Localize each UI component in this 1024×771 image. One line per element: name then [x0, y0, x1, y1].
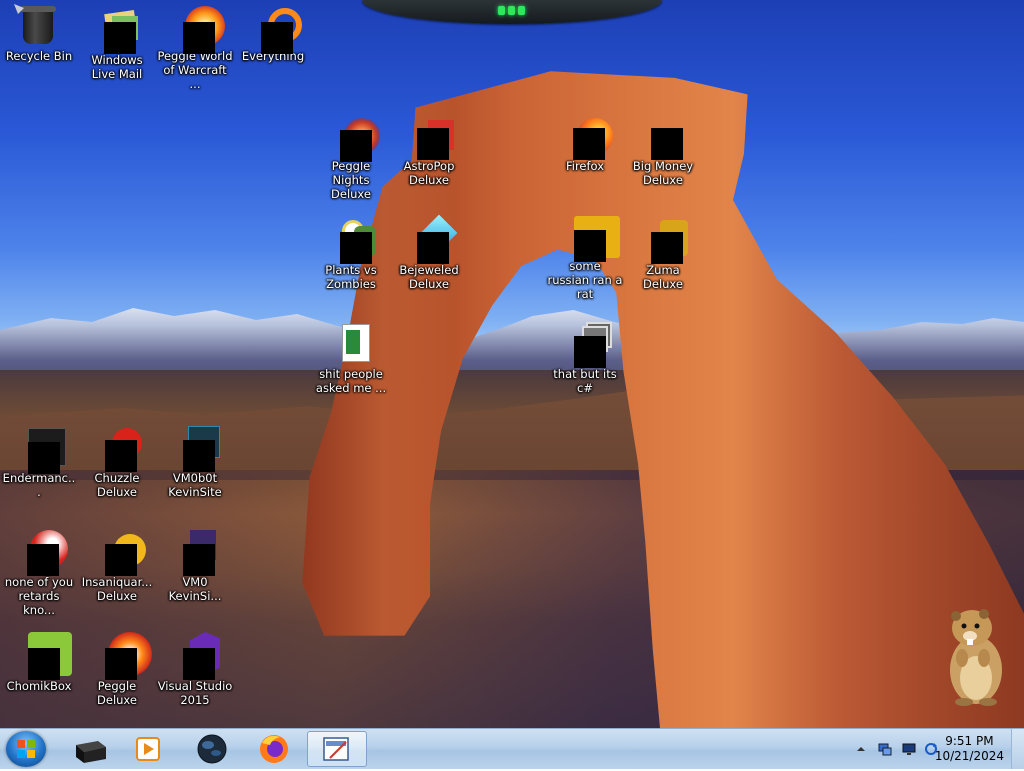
hamster-figure-icon [950, 609, 1002, 706]
icon-label: Peggle World of Warcraft ... [157, 49, 233, 91]
system-tray: 9:51 PM 10/21/2024 [834, 729, 1024, 769]
zuma-icon [638, 218, 688, 264]
start-button[interactable] [6, 731, 46, 767]
desktop-icon-plants-vs-zombies[interactable]: Plants vs Zombies [313, 218, 389, 291]
taskbar-terminal-app[interactable] [62, 731, 118, 767]
everything-icon [248, 4, 302, 54]
taskbar: 9:51 PM 10/21/2024 [0, 728, 1024, 769]
icon-label: VM0b0t KevinSite [168, 471, 222, 499]
display-icon[interactable] [902, 742, 916, 756]
desktop-icon-firefox[interactable]: Firefox [547, 114, 623, 173]
astropop-icon [404, 114, 454, 160]
document-icon [326, 322, 376, 366]
bejeweled-icon [404, 214, 458, 264]
vm0-kevinsite-icon [170, 530, 220, 576]
icon-label: VM0 KevinSi... [168, 575, 222, 603]
peggle-nights-icon [326, 114, 380, 162]
icon-label: Visual Studio 2015 [157, 679, 233, 707]
desktop-icon-big-money[interactable]: Big Money Deluxe [625, 114, 701, 187]
enderman-app-icon [14, 426, 66, 474]
desktop-icon-visual-studio[interactable]: Visual Studio 2015 [157, 632, 233, 707]
icon-label: Big Money Deluxe [632, 159, 694, 187]
recycle-bin-icon [14, 4, 64, 48]
icon-label: Peggle Nights Deluxe [331, 159, 371, 201]
gadget-indicator-icon [496, 6, 526, 16]
desktop-icon-enderman[interactable]: Endermanc... [1, 426, 77, 499]
firefox-icon [260, 735, 288, 763]
desktop-icon-everything[interactable]: Everything [235, 4, 311, 63]
desktop-icon-stacked-windows[interactable]: that but its c# [547, 322, 623, 395]
desktop-icon-peggle-nights[interactable]: Peggle Nights Deluxe [313, 114, 389, 201]
big-money-icon [638, 114, 688, 160]
peggle-wow-icon [170, 4, 225, 54]
red-ball-icon [14, 530, 68, 576]
icon-label: Peggle Deluxe [97, 679, 137, 707]
clock[interactable]: 9:51 PM 10/21/2024 [935, 734, 1004, 764]
chuzzle-icon [92, 426, 142, 472]
icon-label: none of you retards kno... [4, 575, 74, 617]
insaniquarium-icon [92, 530, 146, 576]
vm-kevinsite-icon [170, 426, 220, 472]
desktop-icon-recycle-bin[interactable]: Recycle Bin [1, 4, 77, 63]
icon-label: Recycle Bin [5, 49, 73, 63]
chevron-up-icon[interactable] [854, 742, 868, 756]
desktop[interactable]: Recycle Bin Windows Live Mail Peggle Wor… [0, 0, 1024, 728]
media-player-icon [136, 737, 160, 761]
desktop-icon-bejeweled[interactable]: Bejeweled Deluxe [391, 214, 467, 291]
icon-label: ChomikBox [6, 679, 72, 693]
plants-vs-zombies-icon [326, 218, 376, 264]
taskbar-media-player[interactable] [120, 731, 176, 767]
black-box-icon [76, 741, 106, 763]
top-gadget-bar[interactable] [362, 0, 662, 24]
windows-live-mail-icon [92, 8, 142, 54]
desktop-icon-peggle-wow[interactable]: Peggle World of Warcraft ... [157, 4, 233, 91]
icon-label: Plants vs Zombies [325, 263, 377, 291]
desktop-icon-vm0-kevinsite[interactable]: VM0 KevinSi... [157, 530, 233, 603]
windows-logo-icon [17, 740, 35, 758]
icon-label: Firefox [565, 159, 605, 173]
dark-globe-icon [197, 734, 227, 764]
desktop-icon-insaniquarium[interactable]: Insaniquar... Deluxe [79, 530, 155, 603]
desktop-icon-document[interactable]: shit people asked me ... [313, 322, 389, 395]
desktop-icon-astropop[interactable]: AstroPop Deluxe [391, 114, 467, 187]
visual-studio-icon [170, 632, 220, 680]
clock-date: 10/21/2024 [934, 749, 1004, 763]
desktop-icon-zuma[interactable]: Zuma Deluxe [625, 218, 701, 291]
icon-label: Endermanc... [2, 471, 76, 499]
firefox-icon [560, 114, 613, 160]
peggle-deluxe-icon [92, 632, 152, 680]
desktop-icon-chuzzle[interactable]: Chuzzle Deluxe [79, 426, 155, 499]
desktop-icon-chomikbox[interactable]: ChomikBox [1, 632, 77, 693]
desktop-icon-red-ball[interactable]: none of you retards kno... [1, 530, 77, 617]
desktop-icon-russian-rat[interactable]: some russian ran a rat [547, 214, 623, 301]
paint-icon [323, 737, 349, 761]
desktop-icon-peggle-deluxe[interactable]: Peggle Deluxe [79, 632, 155, 707]
show-desktop-button[interactable] [1011, 729, 1024, 769]
icon-label: Windows Live Mail [91, 53, 143, 81]
icon-label: some russian ran a rat [547, 259, 623, 301]
desktop-icon-vm-kevinsite[interactable]: VM0b0t KevinSite [157, 426, 233, 499]
icon-label: Zuma Deluxe [643, 263, 683, 291]
ie-icon [560, 214, 620, 262]
taskbar-paint-app[interactable] [307, 731, 367, 767]
icon-label: that but its c# [553, 367, 617, 395]
stacked-windows-icon [560, 322, 612, 368]
desktop-icon-windows-live-mail[interactable]: Windows Live Mail [79, 8, 155, 81]
icon-label: Insaniquar... Deluxe [81, 575, 153, 603]
taskbar-globe-app[interactable] [184, 731, 240, 767]
clock-time: 9:51 PM [945, 734, 994, 748]
icon-label: AstroPop Deluxe [403, 159, 455, 187]
network-icon[interactable] [878, 742, 892, 756]
taskbar-firefox[interactable] [246, 731, 302, 767]
icon-label: Chuzzle Deluxe [94, 471, 140, 499]
icon-label: shit people asked me ... [315, 367, 387, 395]
icon-label: Bejeweled Deluxe [399, 263, 459, 291]
chomikbox-icon [14, 632, 72, 680]
